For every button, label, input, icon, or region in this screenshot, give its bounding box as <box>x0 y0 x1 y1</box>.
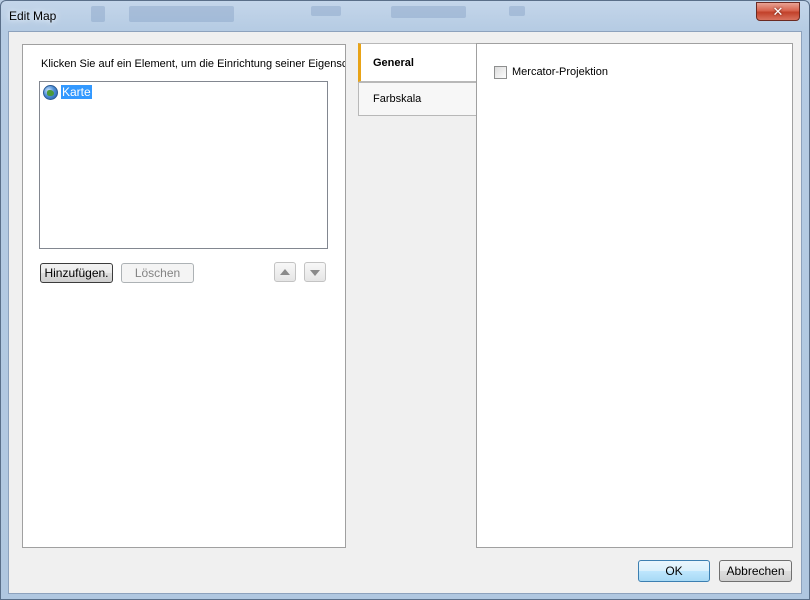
close-icon: ✕ <box>772 4 784 19</box>
move-up-button[interactable] <box>274 262 296 282</box>
delete-button[interactable]: Löschen <box>121 263 194 283</box>
element-list[interactable]: Karte <box>39 81 328 249</box>
background-ghost <box>91 6 105 22</box>
properties-panel: Mercator-Projektion <box>476 43 793 548</box>
background-ghost <box>391 6 466 18</box>
globe-icon <box>43 85 58 100</box>
window-title: Edit Map <box>9 9 57 23</box>
tab-general[interactable]: General <box>358 43 477 82</box>
background-ghost <box>311 6 341 16</box>
mercator-checkbox[interactable] <box>494 66 507 79</box>
up-arrow-icon <box>280 269 290 275</box>
background-ghost <box>129 6 234 22</box>
tab-farbskala[interactable]: Farbskala <box>358 82 477 116</box>
edit-map-dialog: Edit Map ✕ Klicken Sie auf ein Element, … <box>0 0 810 600</box>
down-arrow-icon <box>310 270 320 276</box>
list-item-label: Karte <box>61 85 92 99</box>
move-down-button[interactable] <box>304 262 326 282</box>
ok-button[interactable]: OK <box>638 560 710 582</box>
close-button[interactable]: ✕ <box>756 2 800 21</box>
cancel-button[interactable]: Abbrechen <box>719 560 792 582</box>
tab-strip: General Farbskala <box>358 43 478 548</box>
mercator-label[interactable]: Mercator-Projektion <box>512 66 608 78</box>
element-panel: Klicken Sie auf ein Element, um die Einr… <box>22 44 346 548</box>
dialog-body: Klicken Sie auf ein Element, um die Einr… <box>8 31 802 594</box>
add-button[interactable]: Hinzufügen. <box>40 263 113 283</box>
title-bar[interactable]: Edit Map ✕ <box>1 1 809 31</box>
background-ghost <box>509 6 525 16</box>
instruction-text: Klicken Sie auf ein Element, um die Einr… <box>41 58 345 70</box>
